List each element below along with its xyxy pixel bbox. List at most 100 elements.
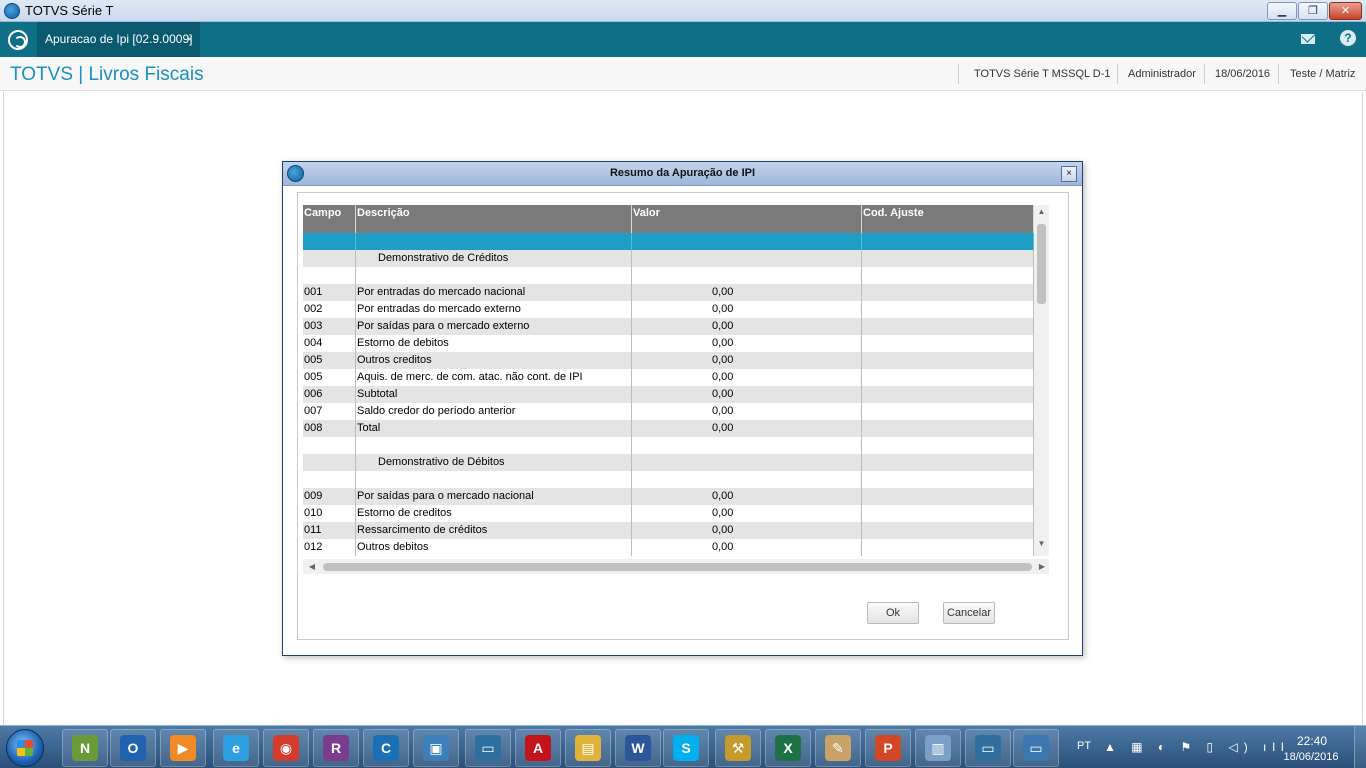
- cell-campo: [303, 471, 356, 488]
- dialog-close-button[interactable]: ×: [1061, 166, 1077, 182]
- cell-campo: 009: [303, 488, 356, 505]
- table-row[interactable]: [303, 437, 1034, 454]
- start-button[interactable]: [6, 729, 44, 767]
- cell-cod-ajuste: [862, 471, 1034, 488]
- table-row[interactable]: [303, 233, 1034, 250]
- resumo-apuracao-dialog: Resumo da Apuração de IPI × Campo Descri…: [282, 161, 1083, 656]
- column-header-descricao[interactable]: Descrição: [356, 205, 632, 233]
- cell-descricao: Saldo credor do período anterior: [356, 403, 632, 420]
- column-header-cod-ajuste[interactable]: Cod. Ajuste: [862, 205, 1034, 233]
- taskbar-item[interactable]: ▭: [465, 729, 511, 767]
- taskbar-item[interactable]: ▤: [565, 729, 611, 767]
- taskbar-item[interactable]: ▥: [915, 729, 961, 767]
- table-row[interactable]: 004 Estorno de debitos 0,00: [303, 335, 1034, 352]
- table-row[interactable]: 011 Ressarcimento de créditos 0,00: [303, 522, 1034, 539]
- show-desktop-button[interactable]: [1354, 726, 1366, 768]
- taskbar-item[interactable]: ▣: [413, 729, 459, 767]
- table-row[interactable]: 005 Outros creditos 0,00: [303, 352, 1034, 369]
- language-indicator[interactable]: PT: [1077, 740, 1091, 752]
- clock-date[interactable]: 18/06/2016: [1276, 751, 1346, 763]
- notepad-plus-plus-icon: N: [72, 735, 98, 761]
- column-header-campo[interactable]: Campo: [303, 205, 356, 233]
- scroll-left-icon[interactable]: ◀: [305, 559, 319, 574]
- table-row[interactable]: 009 Por saídas para o mercado nacional 0,0…: [303, 488, 1034, 505]
- table-row[interactable]: 005 Aquis. de merc. de com. atac. não con…: [303, 369, 1034, 386]
- windows-logo-icon: [17, 740, 33, 756]
- horizontal-scrollbar[interactable]: ◀ ▶: [303, 559, 1049, 574]
- home-icon[interactable]: [8, 30, 28, 50]
- cell-descricao: Por entradas do mercado externo: [356, 301, 632, 318]
- table-row[interactable]: 010 Estorno de creditos 0,00: [303, 505, 1034, 522]
- header-separator: [1278, 64, 1279, 84]
- totvs-smartclient-icon: ▭: [975, 735, 1001, 761]
- taskbar-item[interactable]: O: [110, 729, 156, 767]
- table-row[interactable]: 002 Por entradas do mercado externo 0,00: [303, 301, 1034, 318]
- horizontal-scroll-thumb[interactable]: [323, 563, 1032, 571]
- table-row[interactable]: 001 Por entradas do mercado nacional 0,00: [303, 284, 1034, 301]
- database-tools-icon: ⚒: [725, 735, 751, 761]
- table-row[interactable]: 008 Total 0,00: [303, 420, 1034, 437]
- taskbar-item[interactable]: P: [865, 729, 911, 767]
- taskbar-item[interactable]: A: [515, 729, 561, 767]
- app-title: TOTVS | Livros Fiscais: [10, 64, 204, 85]
- taskbar-item[interactable]: ◉: [263, 729, 309, 767]
- cell-descricao: Por saídas para o mercado externo: [356, 318, 632, 335]
- photo-viewer-icon: ▣: [423, 735, 449, 761]
- help-icon[interactable]: ?: [1340, 30, 1356, 46]
- table-row[interactable]: Demonstrativo de Créditos: [303, 250, 1034, 267]
- taskbar-item[interactable]: W: [615, 729, 661, 767]
- cancel-button[interactable]: Cancelar: [943, 602, 995, 624]
- table-row[interactable]: Demonstrativo de Débitos: [303, 454, 1034, 471]
- tab-apuracao-ipi[interactable]: Apuracao de Ipi [02.9.0009] ×: [37, 22, 200, 57]
- taskbar-item[interactable]: R: [313, 729, 359, 767]
- vertical-scrollbar[interactable]: ▲ ▼: [1034, 205, 1049, 556]
- scroll-right-icon[interactable]: ▶: [1035, 559, 1049, 574]
- taskbar-item[interactable]: ▭: [965, 729, 1011, 767]
- table-row[interactable]: [303, 471, 1034, 488]
- cell-valor: [632, 437, 862, 454]
- column-header-valor[interactable]: Valor: [632, 205, 862, 233]
- taskbar-item[interactable]: ▭: [1013, 729, 1059, 767]
- grid-header: Campo Descrição Valor Cod. Ajuste: [303, 205, 1034, 233]
- cell-valor: 0,00: [632, 318, 862, 335]
- table-row[interactable]: 012 Outros debitos 0,00: [303, 539, 1034, 556]
- taskbar-item[interactable]: S: [663, 729, 709, 767]
- table-row[interactable]: [303, 267, 1034, 284]
- ok-button[interactable]: Ok: [867, 602, 919, 624]
- cell-descricao: Subtotal: [356, 386, 632, 403]
- cell-descricao: Ressarcimento de créditos: [356, 522, 632, 539]
- totvs-app-icon: [4, 3, 20, 19]
- table-row[interactable]: 006 Subtotal 0,00: [303, 386, 1034, 403]
- system-tray-icons[interactable]: ▲ ▦ ◐ ⚑ ▯ ◁) ıll: [1104, 740, 1290, 754]
- table-row[interactable]: 007 Saldo credor do período anterior 0,00: [303, 403, 1034, 420]
- tab-close-icon[interactable]: ×: [186, 22, 193, 57]
- cell-descricao: Por entradas do mercado nacional: [356, 284, 632, 301]
- cell-valor: 0,00: [632, 403, 862, 420]
- adobe-reader-icon: A: [525, 735, 551, 761]
- taskbar-item[interactable]: N: [62, 729, 108, 767]
- vertical-scroll-thumb[interactable]: [1037, 224, 1046, 304]
- taskbar-item[interactable]: ⚒: [715, 729, 761, 767]
- app-header: TOTVS | Livros Fiscais TOTVS Série T MSS…: [0, 57, 1366, 91]
- cell-campo: [303, 437, 356, 454]
- taskbar-item[interactable]: e: [213, 729, 259, 767]
- scroll-up-icon[interactable]: ▲: [1034, 205, 1049, 219]
- taskbar-item[interactable]: ▶: [160, 729, 206, 767]
- skype-icon: S: [673, 735, 699, 761]
- scroll-down-icon[interactable]: ▼: [1034, 537, 1049, 551]
- cell-cod-ajuste: [862, 522, 1034, 539]
- close-window-button[interactable]: ✕: [1329, 2, 1362, 20]
- cell-descricao: [356, 471, 632, 488]
- cell-valor: [632, 454, 862, 471]
- clock-time[interactable]: 22:40: [1282, 734, 1342, 748]
- cell-cod-ajuste: [862, 267, 1034, 284]
- apuracao-grid[interactable]: Campo Descrição Valor Cod. Ajuste Demons…: [303, 205, 1034, 556]
- taskbar-item[interactable]: ✎: [815, 729, 861, 767]
- taskbar-item[interactable]: X: [765, 729, 811, 767]
- minimize-button[interactable]: ▁: [1267, 2, 1297, 20]
- mail-icon[interactable]: [1301, 34, 1315, 44]
- maximize-button[interactable]: ❐: [1298, 2, 1328, 20]
- table-row[interactable]: 003 Por saídas para o mercado externo 0,00: [303, 318, 1034, 335]
- taskbar-item[interactable]: C: [363, 729, 409, 767]
- window-titlebar: TOTVS Série T ▁ ❐ ✕: [0, 0, 1366, 22]
